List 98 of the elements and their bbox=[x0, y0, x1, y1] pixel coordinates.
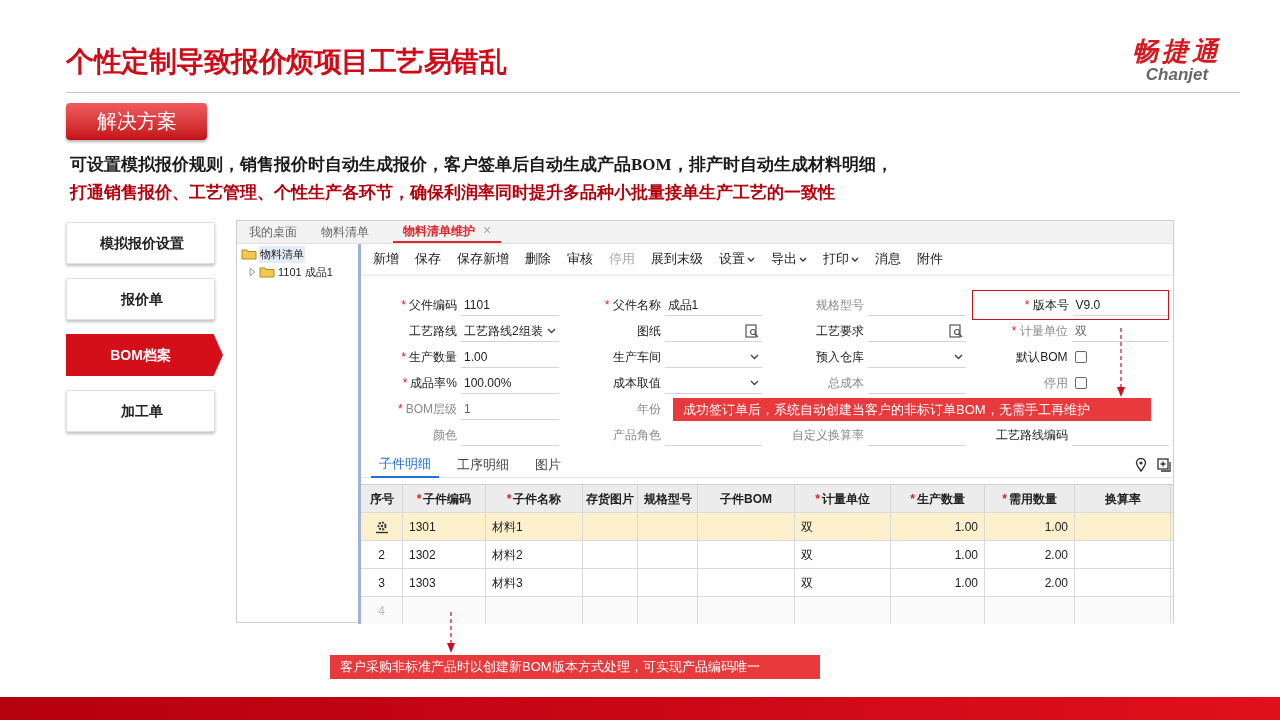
callout: 成功签订单后，系统自动创建当客户的非标订单BOM，无需手工再维护 bbox=[673, 398, 1151, 421]
table-cell-text: 1302 bbox=[409, 546, 436, 564]
description-text: 可设置模拟报价规则，销售报价时自动生成报价，客户签单后自动生成产品BOM，排产时自动生成材料明细， bbox=[70, 154, 894, 176]
input-field[interactable]: 工艺路线2组装 bbox=[461, 320, 559, 342]
table-cell-text: 4 bbox=[378, 602, 385, 620]
table-cell-text: 双 bbox=[801, 546, 813, 564]
tab[interactable]: 图片 bbox=[527, 451, 569, 478]
table-cell-text: 2.00 bbox=[1044, 574, 1068, 592]
field-label: * 版本号 bbox=[1023, 297, 1070, 314]
nav-button[interactable]: 模拟报价设置 bbox=[66, 222, 215, 264]
logo-wordmark: Chanjet bbox=[1145, 66, 1209, 84]
table-cell-text: 双 bbox=[801, 574, 813, 592]
toolbar-button[interactable]: 删除 bbox=[525, 249, 551, 269]
document-search-icon bbox=[948, 323, 963, 338]
field-label: * 父件名称 bbox=[603, 297, 662, 314]
table-cell-text: 1301 bbox=[409, 518, 436, 536]
table-cell-text: 材料3 bbox=[492, 574, 523, 592]
table-cell-text: 1.00 bbox=[954, 574, 978, 592]
toolbar-button[interactable]: 展到末级 bbox=[651, 249, 703, 269]
gear-icon[interactable] bbox=[374, 519, 389, 534]
add-box-icon[interactable] bbox=[1157, 457, 1171, 472]
table-cell-text: 1.00 bbox=[954, 546, 978, 564]
logo-mark: 畅捷通 bbox=[1132, 36, 1222, 66]
folder-icon bbox=[241, 248, 257, 261]
toolbar-button[interactable]: 导出 bbox=[771, 249, 807, 269]
toolbar-button[interactable]: 打印 bbox=[823, 249, 859, 269]
field-label: * 生产数量 bbox=[400, 349, 458, 366]
chevron-down-icon bbox=[546, 327, 556, 334]
chevron-down-icon bbox=[953, 353, 963, 360]
dashed-arrow bbox=[1116, 328, 1126, 398]
toolbar-button[interactable]: 新增 bbox=[373, 249, 399, 269]
table-cell-text: 3 bbox=[378, 574, 385, 592]
toolbar-button[interactable]: 保存 bbox=[415, 249, 441, 269]
table-cell-text: 1.00 bbox=[1044, 518, 1068, 536]
field-label: * 计量单位 bbox=[1010, 323, 1069, 340]
field-label: 预入仓库 bbox=[815, 349, 865, 366]
chevron-down-icon bbox=[750, 379, 759, 386]
tab[interactable]: 子件明细 bbox=[371, 451, 439, 478]
field-label: 工艺路线编码 bbox=[994, 427, 1069, 444]
input-field[interactable]: 1101 bbox=[461, 294, 559, 316]
input-field[interactable]: 成品1 bbox=[664, 294, 762, 316]
checkbox[interactable] bbox=[1074, 351, 1087, 363]
location-pin-icon[interactable] bbox=[1135, 457, 1147, 472]
table-cell-text: 材料1 bbox=[492, 518, 523, 536]
dashed-arrow bbox=[446, 612, 456, 654]
field-label: 停用 bbox=[1042, 375, 1069, 392]
chevron-down-icon bbox=[747, 256, 755, 262]
nav-button[interactable]: 加工单 bbox=[66, 390, 215, 432]
document-search-icon bbox=[745, 323, 759, 338]
section-tag: 解决方案 bbox=[66, 103, 207, 140]
tab[interactable]: 工序明细 bbox=[449, 451, 517, 478]
table-row[interactable]: 3 1303 材料3 双 1.00 2.00 bbox=[361, 568, 1173, 596]
table-cell-text: 材料2 bbox=[492, 546, 523, 564]
toolbar-button[interactable]: 附件 bbox=[917, 249, 943, 269]
input-field[interactable]: V9.0 bbox=[1072, 294, 1168, 316]
input-field[interactable]: 1.00 bbox=[461, 346, 559, 368]
field-label: 产品角色 bbox=[611, 427, 662, 444]
nav-button[interactable]: BOM档案 bbox=[66, 334, 223, 376]
input-field[interactable]: 100.00% bbox=[461, 372, 559, 394]
field-label: 自定义换算率 bbox=[791, 427, 865, 444]
toolbar-button[interactable]: 保存新增 bbox=[457, 249, 509, 269]
field-label: 默认BOM bbox=[1015, 349, 1069, 366]
folder-icon bbox=[259, 265, 275, 278]
field-label: 工艺要求 bbox=[815, 323, 865, 340]
collapsed-arrow-icon[interactable] bbox=[249, 267, 256, 276]
nav-button[interactable]: 报价单 bbox=[66, 278, 215, 320]
tab[interactable]: 物料清单 bbox=[321, 220, 369, 243]
table-cell-text: 2 bbox=[378, 546, 385, 564]
table-cell-text: 1303 bbox=[409, 574, 436, 592]
tree-item[interactable]: 物料清单 bbox=[259, 246, 305, 263]
field-label: 生产车间 bbox=[611, 349, 662, 366]
field-label: * 成品率% bbox=[401, 375, 458, 392]
toolbar-button[interactable]: 设置 bbox=[719, 249, 755, 269]
table-cell-text: 2.00 bbox=[1044, 546, 1068, 564]
tab[interactable]: 我的桌面 bbox=[249, 220, 297, 243]
tree-item[interactable]: 1101 成品1 bbox=[278, 263, 333, 280]
slide-title: 个性定制导致报价烦项目工艺易错乱 bbox=[66, 45, 506, 79]
chevron-down-icon bbox=[750, 353, 759, 360]
tab[interactable]: 物料清单维护 × bbox=[393, 220, 502, 243]
callout: 客户采购非标准产品时以创建新BOM版本方式处理，可实现产品编码唯一 bbox=[330, 655, 820, 679]
field-label: 年份 bbox=[635, 401, 662, 418]
chevron-down-icon bbox=[851, 256, 859, 262]
field-label: 图纸 bbox=[635, 323, 662, 340]
toolbar-button[interactable]: 消息 bbox=[875, 249, 901, 269]
chevron-down-icon bbox=[799, 256, 807, 262]
table-row[interactable]: 2 1302 材料2 双 1.00 2.00 bbox=[361, 540, 1173, 568]
field-label: 规格型号 bbox=[815, 297, 865, 314]
field-label: 成本取值 bbox=[611, 375, 662, 392]
field-label: * 父件编码 bbox=[400, 297, 458, 314]
description-text: 打通销售报价、工艺管理、个性生产各环节，确保利润率同时提升多品种小批量接单生产工艺的一致性 bbox=[70, 182, 836, 204]
table-cell-text: 双 bbox=[801, 518, 813, 536]
field-label: 颜色 bbox=[432, 427, 458, 444]
toolbar-button[interactable]: 审核 bbox=[567, 249, 593, 269]
table-row[interactable]: 1301 材料1 双 1.00 1.00 bbox=[361, 512, 1173, 540]
table-cell-text: 1.00 bbox=[954, 518, 978, 536]
field-label: 工艺路线 bbox=[408, 323, 458, 340]
field-label: 总成本 bbox=[827, 375, 865, 392]
field-label: * BOM层级 bbox=[397, 401, 458, 418]
